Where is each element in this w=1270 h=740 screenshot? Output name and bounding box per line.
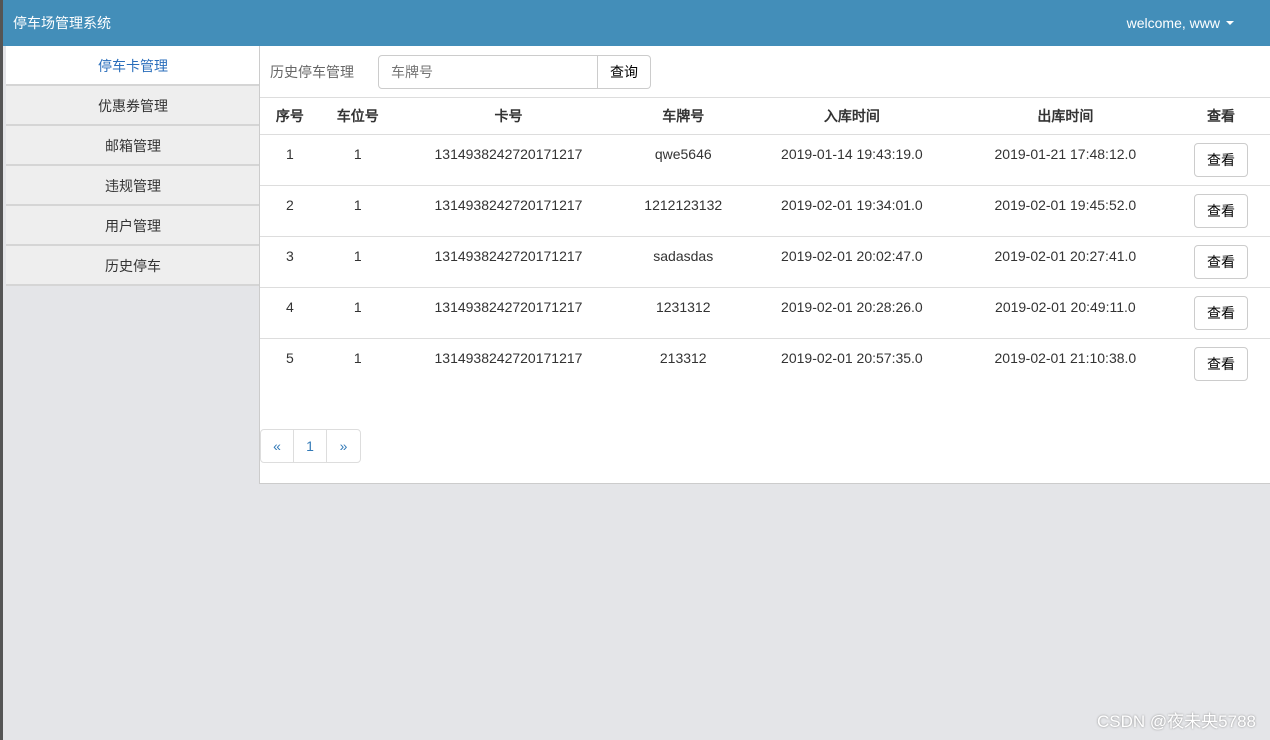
table-cell: 2019-02-01 21:10:38.0 [994, 349, 1137, 366]
sidebar-item-parking-card[interactable]: 停车卡管理 [6, 46, 260, 86]
table-cell: 查看 [1172, 134, 1270, 186]
table-cell: 5 [286, 349, 294, 366]
table-row: 1 1 1314938242720171217 qwe5646 2019-01-14 1… [260, 134, 1270, 186]
table-cell: 1 [319, 185, 396, 237]
prev-page-button[interactable]: « [261, 430, 294, 462]
table-cell: 2019-01-14 19:43:19.0 [745, 134, 959, 186]
main-panel: 历史停车管理 查询 序号车位号卡号车牌号入库时间出库时间查看 111314938… [259, 46, 1270, 484]
table-cell: qwe5646 [621, 134, 746, 186]
table-cell: 1 [319, 134, 396, 186]
table-row: 3 1 1314938242720171217 sadasdas 2019-02-01 … [260, 236, 1270, 288]
table-cell: 2019-02-01 20:02:47.0 [745, 236, 959, 288]
table-cell: 1314938242720171217 [395, 134, 622, 186]
table-row: 4 1 1314938242720171217 1231312 2019-02-01 2… [260, 287, 1270, 339]
sidebar-item-history[interactable]: 历史停车 [6, 246, 260, 286]
table-cell: 2019-02-01 19:45:52.0 [958, 185, 1173, 237]
sidebar-item-user[interactable]: 用户管理 [6, 206, 260, 246]
search-bar: 历史停车管理 查询 [260, 46, 1270, 98]
column-header: 车牌号 [621, 98, 746, 135]
app-title: 停车场管理系统 [13, 15, 111, 31]
table-cell: 4 [260, 287, 320, 339]
view-button[interactable]: 查看 [1194, 346, 1249, 381]
table-cell: 2019-02-01 19:34:01.0 [745, 185, 959, 237]
column-header: 卡号 [395, 98, 622, 135]
view-button[interactable]: 查看 [1194, 142, 1249, 177]
column-header: 序号 [260, 98, 320, 135]
table-cell: 2019-02-01 20:28:26.0 [745, 287, 959, 339]
watermark: CSDN @夜未央5788 [1097, 712, 1256, 731]
column-header: 查看 [1172, 98, 1270, 135]
plate-search-input[interactable] [378, 54, 598, 89]
column-header: 车位号 [319, 98, 396, 135]
table-cell: 查看 [1172, 338, 1270, 389]
top-navbar: 停车场管理系统 welcome, www [3, 0, 1270, 46]
sidebar: 停车卡管理 优惠券管理 邮箱管理 违规管理 用户管理 历史停车 [6, 46, 260, 286]
column-header: 出库时间 [958, 98, 1173, 135]
sidebar-item-coupon[interactable]: 优惠券管理 [6, 86, 260, 126]
table-cell: 2019-02-01 20:27:41.0 [958, 236, 1173, 288]
table-cell: 1314938242720171217 [395, 185, 622, 237]
sidebar-item-violation[interactable]: 违规管理 [6, 166, 260, 206]
table-row: 5 1 1314938242720171217 213312 2019-02-01 20… [260, 338, 1270, 389]
table-cell: 查看 [1172, 185, 1270, 237]
table-cell: 1314938242720171217 [395, 287, 622, 339]
table-cell: 213312 [659, 349, 707, 366]
pagination: « 1 » [260, 429, 361, 463]
table-cell: sadasdas [621, 236, 746, 288]
view-button[interactable]: 查看 [1194, 295, 1249, 330]
caret-down-icon [1226, 21, 1234, 25]
column-header: 入库时间 [745, 98, 959, 135]
page-title: 历史停车管理 [270, 63, 354, 80]
table-cell: 1314938242720171217 [434, 349, 583, 366]
sidebar-item-email[interactable]: 邮箱管理 [6, 126, 260, 166]
user-menu[interactable]: welcome, www [1127, 15, 1234, 31]
view-button[interactable]: 查看 [1194, 193, 1249, 228]
table-cell: 查看 [1172, 287, 1270, 339]
table-row: 2 1 1314938242720171217 1212123132 2019-02-0… [260, 185, 1270, 237]
table-cell: 1212123132 [621, 185, 746, 237]
table-cell: 3 [260, 236, 320, 288]
next-page-button[interactable]: » [327, 430, 360, 462]
table-cell: 1 [260, 134, 320, 186]
table-cell: 2 [260, 185, 320, 237]
page-1-button[interactable]: 1 [294, 430, 327, 462]
table-cell: 2019-02-01 20:49:11.0 [958, 287, 1173, 339]
user-label: welcome, www [1126, 15, 1220, 31]
table-cell: 1231312 [621, 287, 746, 339]
view-button[interactable]: 查看 [1194, 244, 1249, 279]
table-cell: 1 [319, 236, 396, 288]
table-cell: 2019-02-01 20:57:35.0 [781, 349, 923, 366]
search-button[interactable]: 查询 [598, 54, 651, 89]
history-table: 序号 车位号 卡号 车牌号 入库时间 出库时间 查看 1 1 13149382427201712… [260, 98, 1270, 389]
table-cell: 查看 [1172, 236, 1270, 288]
table-cell: 1314938242720171217 [395, 236, 622, 288]
table-cell: 2019-01-21 17:48:12.0 [958, 134, 1173, 186]
table-cell: 1 [353, 349, 362, 366]
table-cell: 1 [319, 287, 396, 339]
